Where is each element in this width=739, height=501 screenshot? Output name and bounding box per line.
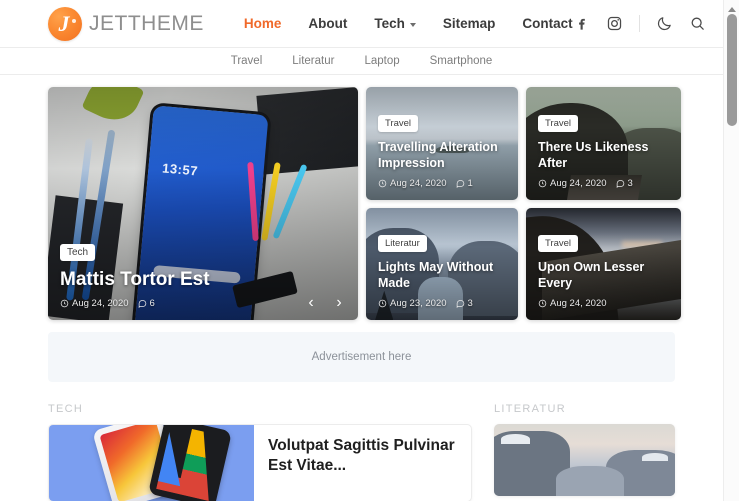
section-title-literatur: LITERATUR — [494, 403, 567, 415]
post-comments-count: 1 — [467, 177, 473, 189]
post-date: Aug 24, 2020 — [60, 298, 129, 309]
facebook-icon[interactable] — [573, 15, 590, 32]
post-image — [494, 424, 675, 496]
nav-item-sitemap[interactable]: Sitemap — [443, 16, 496, 31]
site-header: J JETTHEME Home About Tech Sitemap Conta… — [0, 0, 723, 48]
category-badge[interactable]: Tech — [60, 244, 96, 261]
post-date-text: Aug 24, 2020 — [72, 298, 129, 309]
section-literatur: LITERATUR — [494, 403, 675, 501]
category-badge[interactable]: Literatur — [378, 235, 427, 252]
post-card[interactable]: Travel There Us Likeness After Aug 24, 2… — [526, 87, 681, 200]
post-comments-count: 3 — [627, 177, 633, 189]
carousel-prev-button[interactable]: ‹ — [302, 294, 320, 312]
featured-post-card[interactable]: Tech Mattis Tortor Est Aug 24, 2020 6 — [48, 87, 358, 320]
featured-posts-grid: Tech Mattis Tortor Est Aug 24, 2020 6 — [48, 87, 681, 320]
brand-logo[interactable]: J JETTHEME — [48, 6, 204, 41]
subnav-item-laptop[interactable]: Laptop — [364, 55, 399, 67]
chevron-down-icon — [409, 22, 416, 27]
nav-item-home[interactable]: Home — [244, 16, 282, 31]
post-comments: 3 — [616, 178, 633, 189]
post-list-item[interactable]: Volutpat Sagittis Pulvinar Est Vitae... — [48, 424, 472, 501]
main-content: Tech Mattis Tortor Est Aug 24, 2020 6 — [0, 87, 723, 501]
page-scrollbar[interactable] — [723, 0, 739, 501]
header-divider — [638, 15, 640, 32]
header-actions — [573, 15, 706, 32]
category-sections: TECH Volutpat Sagittis Pulvinar Est Vita… — [48, 403, 675, 501]
post-date-text: Aug 24, 2020 — [390, 177, 447, 189]
post-date-text: Aug 24, 2020 — [550, 177, 607, 189]
post-title[interactable]: There Us Likeness After — [538, 139, 669, 171]
nav-label-home: Home — [243, 16, 282, 31]
subnav-item-smartphone[interactable]: Smartphone — [430, 55, 493, 67]
post-date: Aug 24, 2020 — [538, 298, 607, 309]
logo-icon: J — [48, 6, 82, 41]
post-date: Aug 24, 2020 — [378, 178, 447, 189]
nav-item-contact[interactable]: Contact — [522, 16, 572, 31]
post-comments: 6 — [138, 298, 155, 309]
subnav-item-literatur[interactable]: Literatur — [292, 55, 334, 67]
post-thumbnail[interactable] — [494, 424, 675, 496]
post-date-text: Aug 24, 2020 — [550, 298, 607, 309]
post-title[interactable]: Travelling Alteration Impression — [378, 139, 506, 171]
category-badge[interactable]: Travel — [538, 235, 579, 252]
post-comments-count: 6 — [149, 298, 155, 309]
nav-label-contact: Contact — [522, 16, 573, 31]
nav-item-tech[interactable]: Tech — [374, 16, 416, 31]
post-card-body: Travel Travelling Alteration Impression … — [366, 103, 518, 200]
post-date: Aug 24, 2020 — [538, 178, 607, 189]
nav-label-about: About — [308, 16, 348, 31]
page-root: J JETTHEME Home About Tech Sitemap Conta… — [0, 0, 739, 501]
post-meta: Aug 23, 2020 3 — [378, 298, 506, 309]
nav-label-sitemap: Sitemap — [442, 16, 496, 31]
featured-post-title[interactable]: Mattis Tortor Est — [60, 269, 346, 291]
section-tech: TECH Volutpat Sagittis Pulvinar Est Vita… — [48, 403, 472, 501]
post-meta: Aug 24, 2020 — [538, 298, 669, 309]
post-date: Aug 23, 2020 — [378, 298, 447, 309]
logo-dot — [72, 18, 76, 23]
scrollbar-thumb[interactable] — [727, 14, 737, 126]
category-badge[interactable]: Travel — [378, 114, 419, 132]
post-card-body: Travel There Us Likeness After Aug 24, 2… — [526, 103, 681, 200]
post-thumbnail — [49, 425, 254, 501]
post-comments-count: 3 — [467, 298, 473, 309]
nav-label-tech: Tech — [374, 16, 405, 31]
post-meta: Aug 24, 2020 3 — [538, 178, 669, 189]
logo-letter: J — [58, 10, 70, 36]
carousel-next-button[interactable]: › — [330, 294, 348, 312]
post-card[interactable]: Literatur Lights May Without Made Aug 23… — [366, 207, 518, 320]
post-comments: 3 — [456, 298, 473, 309]
instagram-icon[interactable] — [606, 15, 623, 32]
advertisement-text: Advertisement here — [311, 351, 412, 363]
search-icon[interactable] — [689, 15, 706, 32]
post-meta: Aug 24, 2020 1 — [378, 178, 506, 189]
advertisement-banner[interactable]: Advertisement here — [48, 332, 675, 382]
post-card[interactable]: Travel Upon Own Lesser Every Aug 24, 202… — [526, 207, 681, 320]
post-title[interactable]: Lights May Without Made — [378, 259, 506, 291]
post-list-title[interactable]: Volutpat Sagittis Pulvinar Est Vitae... — [268, 436, 457, 476]
section-title-tech: TECH — [48, 403, 84, 415]
post-card[interactable]: Travel Travelling Alteration Impression … — [366, 87, 518, 200]
post-date-text: Aug 23, 2020 — [390, 298, 447, 309]
nav-item-about[interactable]: About — [308, 16, 347, 31]
post-title[interactable]: Upon Own Lesser Every — [538, 259, 669, 291]
subnav-item-travel[interactable]: Travel — [231, 55, 263, 67]
carousel-controls: ‹ › — [302, 294, 348, 312]
post-card-body: Literatur Lights May Without Made Aug 23… — [366, 223, 518, 320]
category-badge[interactable]: Travel — [538, 114, 579, 132]
category-navigation: Travel Literatur Laptop Smartphone — [0, 48, 723, 75]
brand-name: JETTHEME — [89, 11, 204, 35]
main-navigation: Home About Tech Sitemap Contact — [244, 16, 573, 31]
post-list-body: Volutpat Sagittis Pulvinar Est Vitae... — [254, 425, 471, 501]
post-card-body: Travel Upon Own Lesser Every Aug 24, 202… — [526, 223, 681, 320]
dark-mode-icon[interactable] — [656, 15, 673, 32]
post-comments: 1 — [456, 178, 473, 189]
